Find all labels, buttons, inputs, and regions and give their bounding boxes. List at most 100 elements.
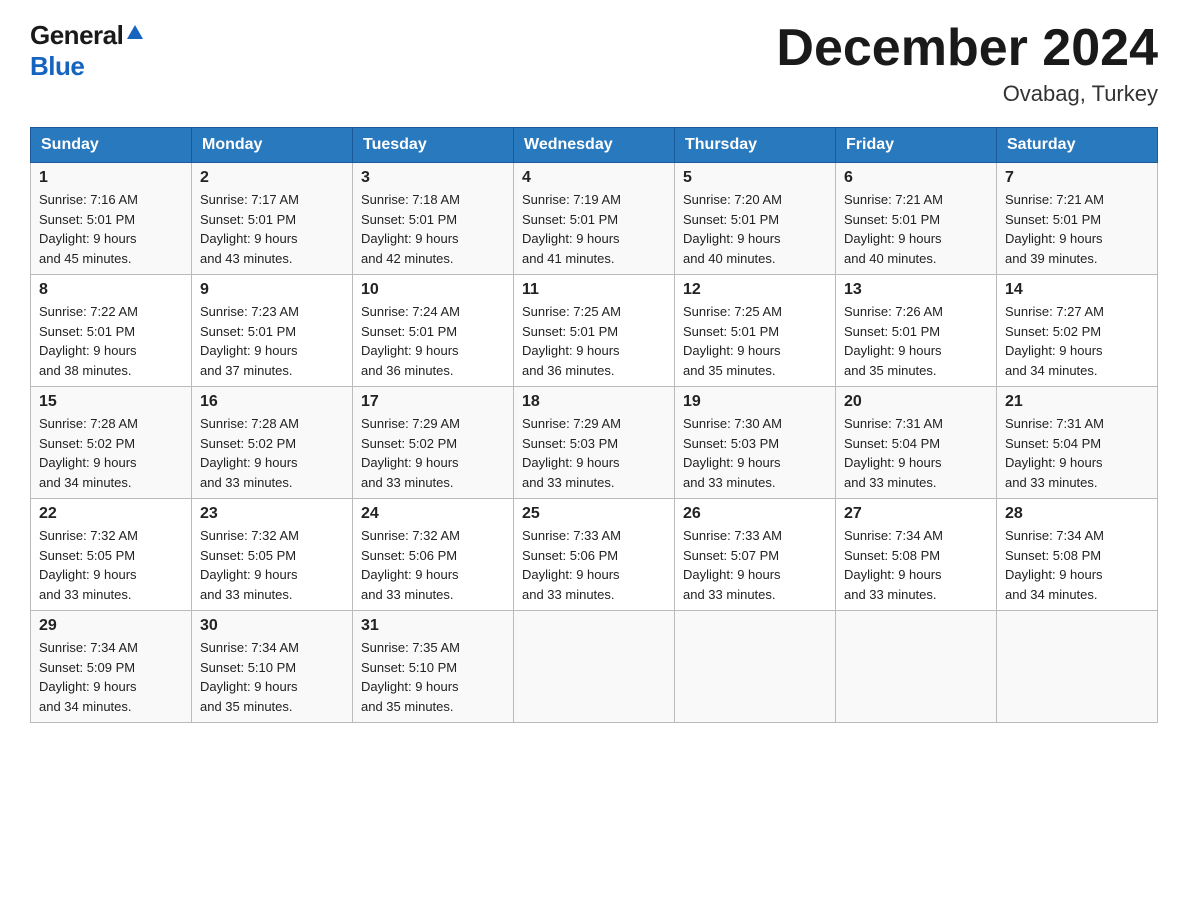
logo-general: General — [30, 20, 123, 51]
calendar-cell: 24 Sunrise: 7:32 AMSunset: 5:06 PMDayligh… — [353, 499, 514, 611]
day-number: 31 — [361, 617, 505, 635]
day-number: 4 — [522, 169, 666, 187]
day-number: 22 — [39, 505, 183, 523]
day-info: Sunrise: 7:16 AMSunset: 5:01 PMDaylight:… — [39, 190, 183, 268]
day-info: Sunrise: 7:22 AMSunset: 5:01 PMDaylight:… — [39, 302, 183, 380]
calendar-cell: 27Sunrise: 7:34 AMSunset: 5:08 PMDayligh… — [836, 499, 997, 611]
day-info: Sunrise: 7:29 AMSunset: 5:02 PMDaylight:… — [361, 414, 505, 492]
day-number: 13 — [844, 281, 988, 299]
week-row-4: 22 Sunrise: 7:32 AMSunset: 5:05 PMDayligh… — [31, 499, 1158, 611]
day-number: 8 — [39, 281, 183, 299]
calendar-cell: 31 Sunrise: 7:35 AMSunset: 5:10 PMDayligh… — [353, 611, 514, 723]
day-info: Sunrise: 7:21 AMSunset: 5:01 PMDaylight:… — [844, 190, 988, 268]
calendar-cell: 10Sunrise: 7:24 AMSunset: 5:01 PMDayligh… — [353, 275, 514, 387]
month-title: December 2024 — [776, 20, 1158, 77]
day-number: 28 — [1005, 505, 1149, 523]
day-number: 21 — [1005, 393, 1149, 411]
day-info: Sunrise: 7:21 AMSunset: 5:01 PMDaylight:… — [1005, 190, 1149, 268]
day-info: Sunrise: 7:28 AMSunset: 5:02 PMDaylight:… — [39, 414, 183, 492]
day-number: 7 — [1005, 169, 1149, 187]
calendar-cell: 28Sunrise: 7:34 AMSunset: 5:08 PMDayligh… — [997, 499, 1158, 611]
day-info: Sunrise: 7:29 AMSunset: 5:03 PMDaylight:… — [522, 414, 666, 492]
day-number: 9 — [200, 281, 344, 299]
day-number: 2 — [200, 169, 344, 187]
page-header: General Blue December 2024 Ovabag, Turke… — [30, 20, 1158, 107]
col-header-friday: Friday — [836, 128, 997, 163]
day-number: 12 — [683, 281, 827, 299]
calendar-cell: 2Sunrise: 7:17 AMSunset: 5:01 PMDaylight… — [192, 163, 353, 275]
day-info: Sunrise: 7:18 AMSunset: 5:01 PMDaylight:… — [361, 190, 505, 268]
calendar-cell: 7 Sunrise: 7:21 AMSunset: 5:01 PMDaylight… — [997, 163, 1158, 275]
day-info: Sunrise: 7:28 AMSunset: 5:02 PMDaylight:… — [200, 414, 344, 492]
day-info: Sunrise: 7:25 AMSunset: 5:01 PMDaylight:… — [683, 302, 827, 380]
day-info: Sunrise: 7:33 AMSunset: 5:06 PMDaylight:… — [522, 526, 666, 604]
day-info: Sunrise: 7:32 AMSunset: 5:06 PMDaylight:… — [361, 526, 505, 604]
calendar-cell: 26Sunrise: 7:33 AMSunset: 5:07 PMDayligh… — [675, 499, 836, 611]
calendar-cell — [675, 611, 836, 723]
day-info: Sunrise: 7:34 AMSunset: 5:08 PMDaylight:… — [844, 526, 988, 604]
col-header-sunday: Sunday — [31, 128, 192, 163]
logo-text: General Blue — [30, 20, 145, 82]
day-info: Sunrise: 7:32 AMSunset: 5:05 PMDaylight:… — [200, 526, 344, 604]
calendar-cell — [514, 611, 675, 723]
calendar-cell: 9Sunrise: 7:23 AMSunset: 5:01 PMDaylight… — [192, 275, 353, 387]
calendar-cell: 20Sunrise: 7:31 AMSunset: 5:04 PMDayligh… — [836, 387, 997, 499]
day-number: 29 — [39, 617, 183, 635]
calendar-cell: 6 Sunrise: 7:21 AMSunset: 5:01 PMDaylight… — [836, 163, 997, 275]
calendar-cell: 12 Sunrise: 7:25 AMSunset: 5:01 PMDayligh… — [675, 275, 836, 387]
day-number: 18 — [522, 393, 666, 411]
col-header-monday: Monday — [192, 128, 353, 163]
logo: General Blue — [30, 20, 145, 82]
day-info: Sunrise: 7:34 AMSunset: 5:09 PMDaylight:… — [39, 638, 183, 716]
day-number: 1 — [39, 169, 183, 187]
day-info: Sunrise: 7:34 AMSunset: 5:10 PMDaylight:… — [200, 638, 344, 716]
calendar-cell: 13 Sunrise: 7:26 AMSunset: 5:01 PMDayligh… — [836, 275, 997, 387]
calendar-cell: 14 Sunrise: 7:27 AMSunset: 5:02 PMDayligh… — [997, 275, 1158, 387]
day-number: 11 — [522, 281, 666, 299]
logo-triangle-icon — [125, 21, 145, 43]
day-number: 23 — [200, 505, 344, 523]
calendar-cell: 16Sunrise: 7:28 AMSunset: 5:02 PMDayligh… — [192, 387, 353, 499]
day-info: Sunrise: 7:33 AMSunset: 5:07 PMDaylight:… — [683, 526, 827, 604]
calendar-cell: 29 Sunrise: 7:34 AMSunset: 5:09 PMDayligh… — [31, 611, 192, 723]
col-header-saturday: Saturday — [997, 128, 1158, 163]
calendar-cell: 30 Sunrise: 7:34 AMSunset: 5:10 PMDayligh… — [192, 611, 353, 723]
location: Ovabag, Turkey — [776, 81, 1158, 107]
day-info: Sunrise: 7:30 AMSunset: 5:03 PMDaylight:… — [683, 414, 827, 492]
day-info: Sunrise: 7:32 AMSunset: 5:05 PMDaylight:… — [39, 526, 183, 604]
calendar-cell: 8 Sunrise: 7:22 AMSunset: 5:01 PMDaylight… — [31, 275, 192, 387]
day-number: 25 — [522, 505, 666, 523]
calendar-cell: 22 Sunrise: 7:32 AMSunset: 5:05 PMDayligh… — [31, 499, 192, 611]
day-number: 24 — [361, 505, 505, 523]
day-info: Sunrise: 7:35 AMSunset: 5:10 PMDaylight:… — [361, 638, 505, 716]
calendar-cell: 15 Sunrise: 7:28 AMSunset: 5:02 PMDayligh… — [31, 387, 192, 499]
day-info: Sunrise: 7:31 AMSunset: 5:04 PMDaylight:… — [1005, 414, 1149, 492]
calendar-cell: 21 Sunrise: 7:31 AMSunset: 5:04 PMDayligh… — [997, 387, 1158, 499]
day-number: 19 — [683, 393, 827, 411]
calendar-cell: 11Sunrise: 7:25 AMSunset: 5:01 PMDayligh… — [514, 275, 675, 387]
week-row-2: 8 Sunrise: 7:22 AMSunset: 5:01 PMDaylight… — [31, 275, 1158, 387]
day-number: 3 — [361, 169, 505, 187]
day-info: Sunrise: 7:20 AMSunset: 5:01 PMDaylight:… — [683, 190, 827, 268]
day-number: 6 — [844, 169, 988, 187]
calendar-cell — [836, 611, 997, 723]
calendar-cell: 3 Sunrise: 7:18 AMSunset: 5:01 PMDaylight… — [353, 163, 514, 275]
day-info: Sunrise: 7:26 AMSunset: 5:01 PMDaylight:… — [844, 302, 988, 380]
calendar-cell: 18 Sunrise: 7:29 AMSunset: 5:03 PMDayligh… — [514, 387, 675, 499]
week-row-1: 1 Sunrise: 7:16 AMSunset: 5:01 PMDaylight… — [31, 163, 1158, 275]
calendar-cell: 17 Sunrise: 7:29 AMSunset: 5:02 PMDayligh… — [353, 387, 514, 499]
col-header-tuesday: Tuesday — [353, 128, 514, 163]
title-block: December 2024 Ovabag, Turkey — [776, 20, 1158, 107]
day-number: 15 — [39, 393, 183, 411]
week-row-5: 29 Sunrise: 7:34 AMSunset: 5:09 PMDayligh… — [31, 611, 1158, 723]
day-info: Sunrise: 7:19 AMSunset: 5:01 PMDaylight:… — [522, 190, 666, 268]
day-number: 17 — [361, 393, 505, 411]
col-header-wednesday: Wednesday — [514, 128, 675, 163]
day-info: Sunrise: 7:27 AMSunset: 5:02 PMDaylight:… — [1005, 302, 1149, 380]
day-number: 20 — [844, 393, 988, 411]
col-header-thursday: Thursday — [675, 128, 836, 163]
day-number: 30 — [200, 617, 344, 635]
day-number: 14 — [1005, 281, 1149, 299]
calendar-cell: 1 Sunrise: 7:16 AMSunset: 5:01 PMDaylight… — [31, 163, 192, 275]
calendar-table: SundayMondayTuesdayWednesdayThursdayFrid… — [30, 127, 1158, 723]
